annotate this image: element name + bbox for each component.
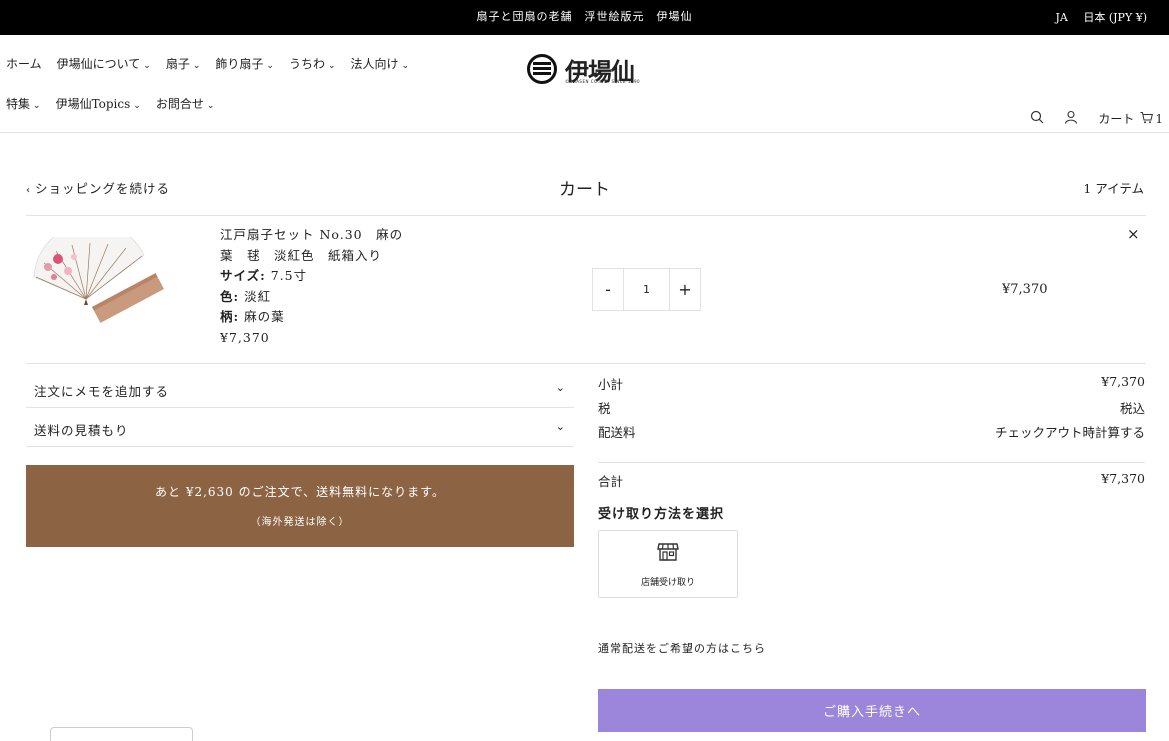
product-pattern: 柄: 麻の葉 [220,307,410,328]
nav-item-topics[interactable]: 伊場仙Topics ⌄ [56,95,141,112]
decrease-quantity-button[interactable]: - [592,268,624,311]
nav-item-label: 伊場仙Topics [55,97,131,111]
subtotal-label: 小計 [598,377,624,392]
product-price: ¥7,370 [220,329,270,345]
chevron-down-icon: ⌄ [327,61,336,71]
pattern-value: 麻の葉 [244,309,285,324]
nav-item-label: ホーム [6,57,42,71]
nav-item-sensu[interactable]: 扇子 ⌄ [166,55,201,72]
item-count: 1 アイテム [1083,181,1144,196]
nav-row-1: ホーム 伊場仙について ⌄ 扇子 ⌄ 飾り扇子 ⌄ うちわ ⌄ 法人向け ⌄ [6,55,424,72]
logo-mark [527,54,557,84]
chevron-down-icon: ⌄ [401,61,410,71]
total-label: 合計 [598,474,624,489]
color-value: 淡紅 [244,288,272,304]
nav-item-features[interactable]: 特集 ⌄ [6,95,41,112]
chevron-down-icon: ⌄ [555,420,566,433]
accordion-label: 送料の見積もり [34,423,129,438]
header-actions: カート 1 [1010,110,1163,127]
chevron-down-icon: ⌄ [33,101,41,111]
locale-selector[interactable]: JA 日本 (JPY ¥) [1043,9,1147,25]
logo-tagline: © IBASEN CO.LTD. SINCE 1590 [565,79,641,84]
nav-item-label: 飾り扇子 [215,57,264,71]
chevron-down-icon: ⌄ [555,381,566,394]
quantity-stepper: - 1 + [592,268,701,311]
size-label: サイズ: [220,268,266,283]
chevron-down-icon: ⌄ [143,61,151,71]
nav-item-label: うちわ [288,57,325,71]
nav-row-2: 特集 ⌄ 伊場仙Topics ⌄ お問合せ ⌄ [6,95,229,112]
store-pickup-label: 店舗受け取り [640,578,695,588]
tax-value: 税込 [1119,401,1145,416]
remove-item-icon[interactable]: × [1127,225,1140,243]
pattern-label: 柄: [220,309,240,324]
shipping-label: 配送料 [598,425,636,440]
normal-delivery-link[interactable]: 通常配送をご希望の方はこちら [598,640,766,656]
product-title-link[interactable]: 江戸扇子セット No.30 麻の 葉 毬 淡紅色 紙箱入り [220,225,410,266]
quantity-input[interactable]: 1 [623,268,670,311]
nav-item-label: 扇子 [165,57,190,71]
search-icon[interactable] [1030,110,1044,127]
product-title-line-2: 葉 毬 淡紅色 紙箱入り [220,247,383,263]
free-shipping-note: （海外発送は除く） [250,517,350,528]
cart-icon [1140,111,1154,127]
checkout-button[interactable]: ご購入手続きへ [598,689,1146,732]
shipping-estimate-accordion[interactable]: 送料の見積もり ⌄ [26,409,574,447]
accordion-label: 注文にメモを追加する [34,384,170,399]
currency-selector[interactable]: 日本 (JPY ¥) [1083,11,1147,24]
divider [26,215,1146,216]
tax-label: 税 [598,401,611,416]
divider [26,363,1146,364]
increase-quantity-button[interactable]: + [669,268,701,311]
free-shipping-banner: あと ¥2,630 のご注文で、送料無料になります。 （海外発送は除く） [26,465,574,547]
nav-item-label: 法人向け [350,57,399,71]
shipping-value: チェックアウト時計算する [994,425,1145,440]
announcement-bar: 扇子と団扇の老舗 浮世絵版元 伊場仙 JA 日本 (JPY ¥) [0,0,1169,35]
product-size: サイズ: 7.5寸 [220,266,410,287]
total-value: ¥7,370 [1101,471,1145,486]
nav-item-label: 特集 [6,97,31,111]
nav-item-about[interactable]: 伊場仙について ⌄ [57,55,151,72]
product-details: 江戸扇子セット No.30 麻の 葉 毬 淡紅色 紙箱入り サイズ: 7.5寸 … [220,225,410,348]
nav-item-corporate[interactable]: 法人向け ⌄ [351,55,410,72]
color-label: 色: [220,288,240,304]
line-item-price: ¥7,370 [1002,282,1048,297]
account-icon[interactable] [1064,110,1078,127]
product-color: 色: 淡紅 [220,287,410,308]
language-selector[interactable]: JA [1055,11,1067,24]
chevron-down-icon: ⌄ [133,101,141,111]
floating-widget[interactable] [50,727,193,741]
nav-item-label: お問合せ [155,97,204,111]
divider [598,462,1145,463]
chevron-down-icon: ⌄ [206,101,215,111]
nav-item-home[interactable]: ホーム [6,55,42,72]
nav-item-uchiwa[interactable]: うちわ ⌄ [289,55,336,72]
cart-count: 1 [1155,111,1163,126]
order-note-accordion[interactable]: 注文にメモを追加する ⌄ [26,370,574,408]
chevron-down-icon: ⌄ [266,61,274,71]
nav-item-contact[interactable]: お問合せ ⌄ [156,95,215,112]
cart-label: カート [1098,112,1135,126]
nav-item-label: 伊場仙について [56,57,141,71]
site-logo[interactable]: 伊場仙 © IBASEN CO.LTD. SINCE 1590 [527,52,643,88]
subtotal-value: ¥7,370 [1101,374,1145,389]
cart-link[interactable]: カート 1 [1098,110,1163,127]
size-value: 7.5寸 [270,268,308,283]
product-image[interactable] [30,222,170,337]
page-title: カート [559,180,610,200]
free-shipping-message: あと ¥2,630 のご注文で、送料無料になります。 [155,485,445,499]
pickup-method-title: 受け取り方法を選択 [598,507,725,522]
announcement-text: 扇子と団扇の老舗 浮世絵版元 伊場仙 [476,10,693,23]
chevron-down-icon: ⌄ [192,61,201,71]
product-title-line-1: 江戸扇子セット No.30 麻の [220,227,404,242]
store-icon [657,542,679,566]
nav-item-decorative-sensu[interactable]: 飾り扇子 ⌄ [215,55,274,72]
store-pickup-option[interactable]: 店舗受け取り [598,530,738,598]
